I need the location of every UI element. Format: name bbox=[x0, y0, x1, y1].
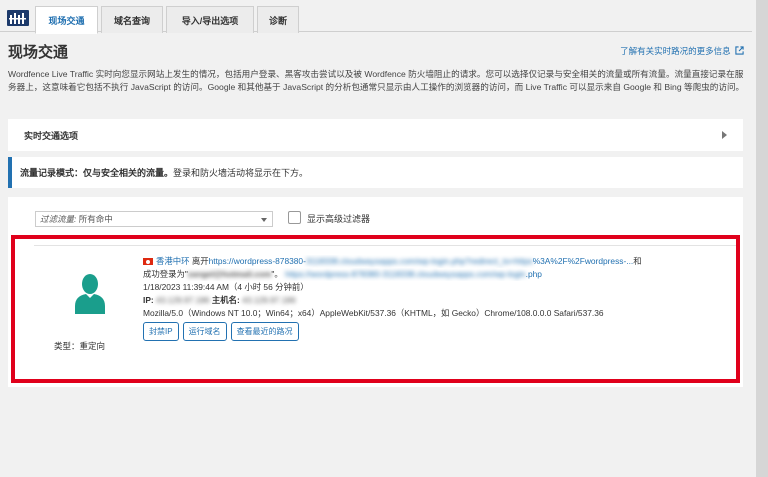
tab-bar: 现场交通 域名查询 导入/导出选项 诊断 bbox=[0, 4, 752, 34]
learn-more-link[interactable]: 了解有关实时路况的更多信息 bbox=[620, 45, 744, 57]
traffic-filter-select[interactable]: 过滤流量: 所有命中 bbox=[35, 211, 273, 227]
page-title: 现场交通 bbox=[8, 44, 69, 61]
advanced-filter-label[interactable]: 显示高级过滤器 bbox=[307, 212, 370, 225]
external-link-icon bbox=[735, 46, 744, 55]
app: 现场交通 域名查询 导入/导出选项 诊断 现场交通 了解有关实时路况的更多信息 … bbox=[0, 0, 756, 477]
wordfence-logo-icon bbox=[7, 10, 29, 26]
traffic-mode-notice: 流量记录模式：仅与安全相关的流量。 登录和防火墙活动将显示在下方。 bbox=[8, 157, 743, 188]
tab-domain-lookup[interactable]: 域名查询 bbox=[101, 6, 163, 33]
filter-label: 过滤流量: bbox=[40, 214, 77, 224]
highlight-annotation-box bbox=[11, 235, 740, 383]
live-traffic-options-toggle[interactable]: 实时交通选项 bbox=[8, 119, 743, 151]
page-description: Wordfence Live Traffic 实时向您显示网站上发生的情况，包括… bbox=[8, 69, 745, 92]
advanced-filter-checkbox[interactable] bbox=[288, 211, 301, 224]
mode-text: 登录和防火墙活动将显示在下方。 bbox=[173, 168, 309, 178]
learn-more-label[interactable]: 了解有关实时路况的更多信息 bbox=[620, 46, 731, 56]
options-label: 实时交通选项 bbox=[24, 130, 79, 141]
filter-value: 所有命中 bbox=[78, 214, 113, 224]
mode-label: 流量记录模式：仅与安全相关的流量。 bbox=[20, 168, 174, 178]
tab-live-traffic[interactable]: 现场交通 bbox=[35, 6, 98, 34]
page-scrollbar[interactable] bbox=[756, 0, 768, 477]
chevron-down-icon bbox=[261, 218, 267, 222]
caret-right-icon bbox=[722, 131, 727, 139]
tab-import-export[interactable]: 导入/导出选项 bbox=[166, 6, 254, 33]
tab-diagnostics[interactable]: 诊断 bbox=[257, 6, 299, 33]
